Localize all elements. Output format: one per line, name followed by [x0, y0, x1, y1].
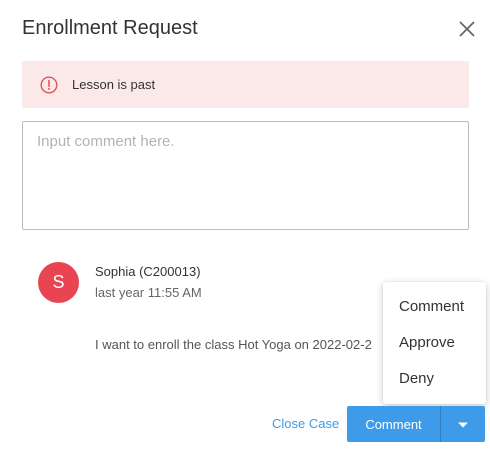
menu-item-approve[interactable]: Approve	[383, 325, 486, 361]
close-icon[interactable]	[458, 20, 476, 38]
dialog-title: Enrollment Request	[22, 17, 198, 39]
alert-circle-icon	[40, 75, 58, 94]
alert-text: Lesson is past	[72, 77, 156, 92]
comment-timestamp: last year 11:55 AM	[95, 285, 202, 300]
comment-author: Sophia (C200013)	[95, 264, 201, 279]
close-case-link[interactable]: Close Case	[272, 416, 339, 431]
menu-item-comment[interactable]: Comment	[383, 289, 486, 325]
comment-message: I want to enroll the class Hot Yoga on 2…	[95, 337, 372, 352]
action-dropdown-menu: Comment Approve Deny	[383, 282, 486, 404]
comment-input[interactable]	[22, 121, 469, 230]
avatar: S	[38, 262, 79, 303]
comment-button[interactable]: Comment	[347, 406, 440, 442]
menu-item-deny[interactable]: Deny	[383, 361, 486, 397]
dropdown-toggle-button[interactable]	[441, 406, 485, 442]
status-alert: Lesson is past	[22, 61, 469, 108]
comment-split-button: Comment	[347, 406, 485, 442]
caret-down-icon	[457, 417, 469, 432]
